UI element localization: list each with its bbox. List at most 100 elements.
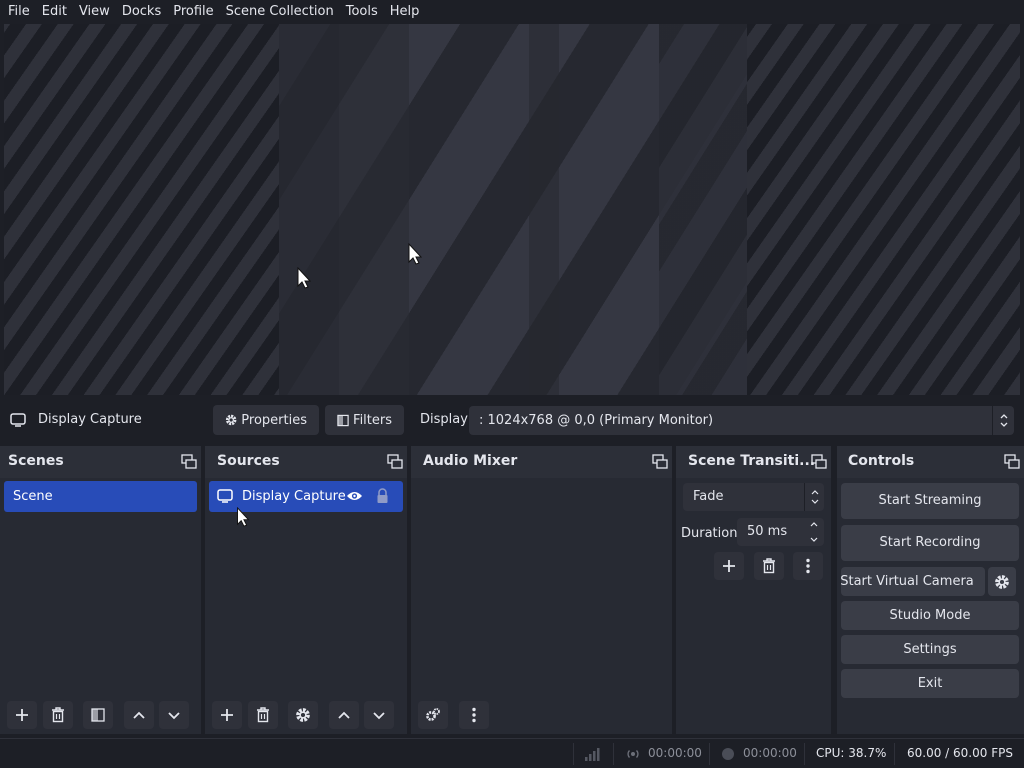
remove-transition-button[interactable] [754, 552, 784, 580]
display-select-value: : 1024x768 @ 0,0 (Primary Monitor) [479, 413, 714, 428]
display-select[interactable]: : 1024x768 @ 0,0 (Primary Monitor) [469, 406, 1014, 435]
scene-transitions-dock: Scene Transiti... Fade Duration 50 ms [676, 446, 831, 734]
studio-mode-button[interactable]: Studio Mode [841, 601, 1019, 630]
scene-filters-button[interactable] [83, 701, 113, 729]
menu-docks[interactable]: Docks [116, 0, 167, 24]
menu-profile[interactable]: Profile [167, 0, 219, 24]
scene-item-label: Scene [13, 489, 53, 504]
exit-button[interactable]: Exit [841, 669, 1019, 698]
transitions-title: Scene Transiti... [688, 453, 816, 469]
add-transition-button[interactable] [714, 552, 744, 580]
trash-icon [763, 558, 775, 574]
status-divider [613, 743, 614, 765]
float-icon[interactable] [181, 454, 197, 470]
streaming-icon [627, 750, 639, 758]
scenes-footer [0, 696, 201, 734]
duration-label: Duration [681, 526, 738, 541]
controls-dock: Controls Start Streaming Start Recording… [837, 446, 1024, 734]
start-virtual-camera-label: Start Virtual Camera [841, 574, 974, 589]
audio-mixer-menu-button[interactable] [459, 701, 489, 729]
sources-title: Sources [217, 453, 280, 469]
status-divider [894, 743, 895, 765]
chevron-up-down-icon [992, 406, 1014, 435]
menu-tools[interactable]: Tools [340, 0, 384, 24]
menu-bar: File Edit View Docks Profile Scene Colle… [0, 0, 1024, 24]
transition-select-value: Fade [693, 489, 724, 504]
properties-label: Properties [241, 412, 307, 428]
stepper-icon[interactable] [804, 518, 824, 546]
move-scene-down-button[interactable] [159, 701, 189, 729]
scenes-dock: Scenes Scene [0, 446, 201, 734]
filter-icon [91, 708, 105, 722]
properties-button[interactable]: Properties [213, 405, 319, 435]
remove-scene-button[interactable] [43, 701, 73, 729]
menu-help[interactable]: Help [384, 0, 426, 24]
move-source-up-button[interactable] [329, 701, 359, 729]
audio-mixer-title: Audio Mixer [423, 453, 518, 469]
transition-select[interactable]: Fade [683, 483, 824, 511]
status-divider [573, 743, 574, 765]
plus-icon [723, 560, 735, 572]
duration-value: 50 ms [747, 524, 788, 539]
start-recording-button[interactable]: Start Recording [841, 525, 1019, 561]
virtual-camera-settings-button[interactable] [988, 567, 1016, 596]
down-icon [168, 712, 180, 720]
more-icon [472, 707, 476, 723]
start-virtual-camera-button[interactable]: Start Virtual Camera [841, 567, 985, 596]
filter-icon [337, 414, 349, 426]
audio-mixer-dock: Audio Mixer [411, 446, 672, 734]
gear-icon [296, 708, 310, 722]
sources-footer [205, 696, 407, 734]
record-time: 00:00:00 [743, 746, 797, 760]
lock-icon[interactable] [376, 488, 389, 504]
menu-scene-collection[interactable]: Scene Collection [220, 0, 340, 24]
menu-file[interactable]: File [2, 0, 36, 24]
up-icon [338, 711, 350, 719]
program-preview[interactable] [4, 24, 1020, 395]
sources-dock-title-bar: Sources [205, 446, 407, 478]
float-icon[interactable] [1004, 454, 1020, 470]
cursor-icon [297, 267, 311, 289]
monitor-icon [10, 413, 26, 427]
status-bar: 00:00:00 00:00:00 CPU: 38.7% 60.00 / 60.… [0, 738, 1024, 768]
audio-mixer-title-bar: Audio Mixer [411, 446, 672, 478]
add-source-button[interactable] [212, 701, 242, 729]
cursor-icon [237, 507, 250, 527]
record-dot-icon [722, 748, 734, 760]
controls-title-bar: Controls [837, 446, 1024, 478]
float-icon[interactable] [652, 454, 668, 470]
source-item-label: Display Capture [242, 489, 346, 504]
move-scene-up-button[interactable] [124, 701, 154, 729]
gears-icon [426, 708, 440, 721]
menu-edit[interactable]: Edit [36, 0, 73, 24]
chevron-up-down-icon [804, 483, 824, 511]
menu-view[interactable]: View [73, 0, 116, 24]
scene-list-item[interactable]: Scene [4, 481, 197, 512]
eye-icon[interactable] [346, 490, 363, 502]
selected-source-name: Display Capture [38, 412, 142, 427]
up-icon [133, 711, 145, 719]
source-properties-button[interactable] [288, 701, 318, 729]
stream-time: 00:00:00 [648, 746, 702, 760]
filters-button[interactable]: Filters [325, 405, 404, 435]
fps-readout: 60.00 / 60.00 FPS [907, 746, 1013, 760]
move-source-down-button[interactable] [364, 701, 394, 729]
trash-icon [52, 707, 64, 723]
float-icon[interactable] [387, 454, 403, 470]
scenes-dock-title-bar: Scenes [0, 446, 201, 478]
trash-icon [257, 707, 269, 723]
settings-button[interactable]: Settings [841, 635, 1019, 664]
add-scene-button[interactable] [7, 701, 37, 729]
transition-menu-button[interactable] [793, 552, 823, 580]
display-label: Display [420, 412, 468, 427]
down-icon [373, 712, 385, 720]
gear-icon [225, 414, 237, 426]
advanced-audio-button[interactable] [418, 701, 448, 729]
start-streaming-button[interactable]: Start Streaming [841, 483, 1019, 519]
float-icon[interactable] [811, 454, 827, 470]
sources-dock: Sources Display Capture [205, 446, 407, 734]
more-icon [806, 558, 810, 574]
display-capture-frame [279, 24, 747, 395]
duration-spinbox[interactable]: 50 ms [737, 518, 824, 546]
remove-source-button[interactable] [248, 701, 278, 729]
